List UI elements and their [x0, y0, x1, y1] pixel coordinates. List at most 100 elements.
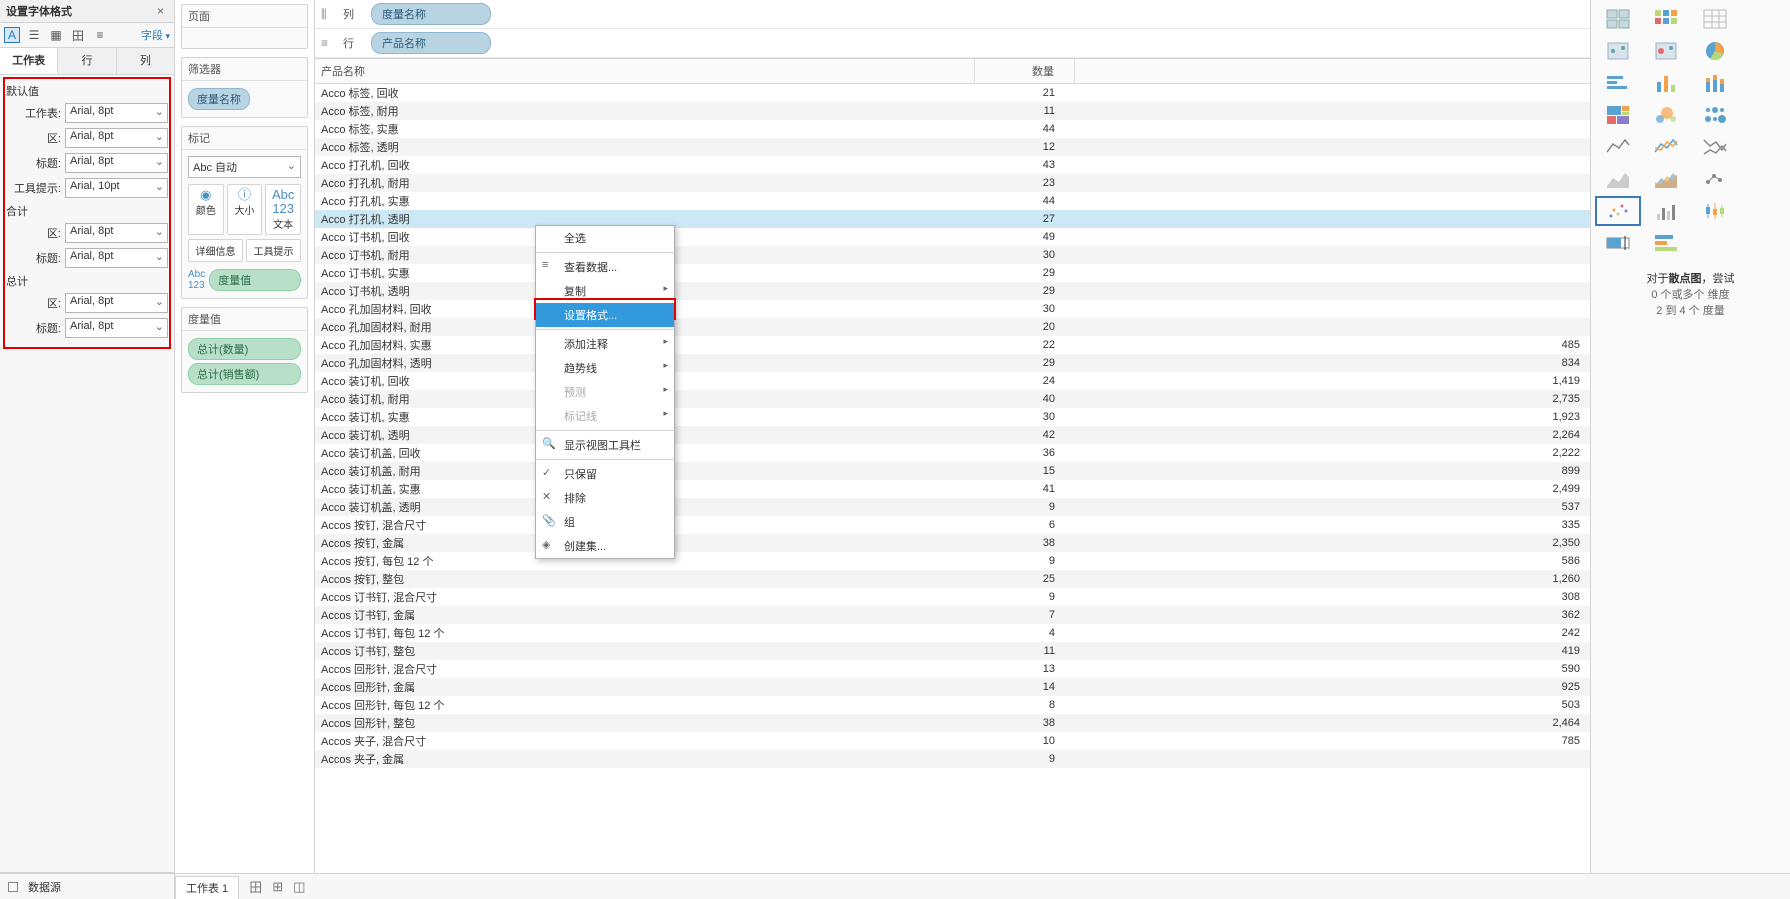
menu-item[interactable]: 添加注释▸	[536, 332, 674, 356]
chart-type-thumb[interactable]	[1740, 4, 1786, 34]
table-row[interactable]: Acco 孔加固材料, 耐用20	[315, 318, 1590, 336]
table-row[interactable]: Acco 订书机, 回收49	[315, 228, 1590, 246]
chart-type-thumb[interactable]	[1643, 100, 1689, 130]
chart-type-thumb[interactable]	[1643, 36, 1689, 66]
chart-type-thumb[interactable]	[1692, 100, 1738, 130]
font-icon[interactable]: A	[4, 27, 20, 43]
measure-values-pill[interactable]: 度量值	[209, 269, 301, 291]
table-row[interactable]: Acco 打孔机, 耐用23	[315, 174, 1590, 192]
chart-type-thumb[interactable]	[1692, 4, 1738, 34]
mark-type-select[interactable]: Abc 自动	[188, 156, 301, 178]
chart-type-thumb[interactable]	[1595, 4, 1641, 34]
shading-icon[interactable]: ▦	[48, 27, 64, 43]
new-worksheet-icon[interactable]: ⽥	[249, 877, 262, 896]
chart-type-thumb[interactable]	[1692, 228, 1738, 258]
worksheet-tab[interactable]: 工作表 1	[175, 876, 239, 899]
table-row[interactable]: Acco 装订机, 实惠301,923	[315, 408, 1590, 426]
font-select[interactable]: Arial, 8pt	[65, 318, 168, 338]
chart-type-thumb[interactable]	[1692, 68, 1738, 98]
table-row[interactable]: Acco 标签, 回收21	[315, 84, 1590, 102]
table-row[interactable]: Acco 标签, 实惠44	[315, 120, 1590, 138]
table-row[interactable]: Acco 装订机, 回收241,419	[315, 372, 1590, 390]
chart-type-thumb[interactable]	[1595, 132, 1641, 162]
menu-item[interactable]: ✓只保留	[536, 462, 674, 486]
th-product-name[interactable]: 产品名称	[315, 59, 975, 83]
tab-row[interactable]: 行	[58, 48, 116, 74]
menu-item[interactable]: 🔍显示视图工具栏	[536, 433, 674, 457]
table-row[interactable]: Acco 装订机盖, 回收362,222	[315, 444, 1590, 462]
mark-detail-button[interactable]: 详细信息	[188, 239, 243, 262]
table-row[interactable]: Acco 订书机, 透明29	[315, 282, 1590, 300]
table-row[interactable]: Accos 订书钉, 每包 12 个4242	[315, 624, 1590, 642]
filter-pill[interactable]: 度量名称	[188, 88, 250, 110]
pages-shelf[interactable]: 页面	[181, 4, 308, 49]
table-row[interactable]: Acco 标签, 耐用11	[315, 102, 1590, 120]
table-row[interactable]: Accos 按钉, 整包251,260	[315, 570, 1590, 588]
table-row[interactable]: Acco 孔加固材料, 回收30	[315, 300, 1590, 318]
font-select[interactable]: Arial, 8pt	[65, 293, 168, 313]
tab-column[interactable]: 列	[117, 48, 174, 74]
new-dashboard-icon[interactable]: ⊞	[272, 879, 283, 895]
mark-tooltip-button[interactable]: 工具提示	[246, 239, 301, 262]
chart-type-thumb[interactable]	[1692, 164, 1738, 194]
table-row[interactable]: Acco 标签, 透明12	[315, 138, 1590, 156]
chart-type-thumb[interactable]	[1692, 196, 1738, 226]
field-dropdown[interactable]: 字段	[141, 27, 170, 43]
chart-type-thumb[interactable]	[1643, 68, 1689, 98]
chart-type-thumb[interactable]	[1692, 36, 1738, 66]
rows-pill[interactable]: 产品名称	[371, 32, 491, 54]
table-row[interactable]: Acco 孔加固材料, 透明29834	[315, 354, 1590, 372]
columns-pill[interactable]: 度量名称	[371, 3, 491, 25]
table-row[interactable]: Accos 夹子, 混合尺寸10785	[315, 732, 1590, 750]
font-select[interactable]: Arial, 8pt	[65, 223, 168, 243]
chart-type-thumb[interactable]	[1643, 164, 1689, 194]
chart-type-thumb[interactable]	[1740, 228, 1786, 258]
chart-type-thumb[interactable]	[1595, 196, 1641, 226]
font-select[interactable]: Arial, 10pt	[65, 178, 168, 198]
table-row[interactable]: Accos 夹子, 金属9	[315, 750, 1590, 768]
table-row[interactable]: Acco 打孔机, 回收43	[315, 156, 1590, 174]
font-select[interactable]: Arial, 8pt	[65, 103, 168, 123]
mark-color-button[interactable]: ◉颜色	[188, 184, 224, 235]
table-row[interactable]: Accos 回形针, 整包382,464	[315, 714, 1590, 732]
table-row[interactable]: Acco 装订机盖, 实惠412,499	[315, 480, 1590, 498]
table-row[interactable]: Acco 装订机盖, 耐用15899	[315, 462, 1590, 480]
font-select[interactable]: Arial, 8pt	[65, 128, 168, 148]
table-row[interactable]: Acco 装订机盖, 透明9537	[315, 498, 1590, 516]
table-row[interactable]: Acco 打孔机, 实惠44	[315, 192, 1590, 210]
menu-item[interactable]: 趋势线▸	[536, 356, 674, 380]
alignment-icon[interactable]: ☰	[26, 27, 42, 43]
chart-type-thumb[interactable]	[1643, 4, 1689, 34]
table-row[interactable]: Acco 订书机, 耐用30	[315, 246, 1590, 264]
new-story-icon[interactable]: ◫	[293, 879, 305, 895]
chart-type-thumb[interactable]	[1740, 196, 1786, 226]
table-row[interactable]: Accos 回形针, 金属14925	[315, 678, 1590, 696]
chart-type-thumb[interactable]	[1595, 36, 1641, 66]
borders-icon[interactable]: 田	[70, 27, 86, 43]
chart-type-thumb[interactable]	[1740, 164, 1786, 194]
lines-icon[interactable]: ≡	[92, 27, 108, 43]
table-row[interactable]: Accos 回形针, 混合尺寸13590	[315, 660, 1590, 678]
mv-pill-qty[interactable]: 总计(数量)	[188, 338, 301, 360]
menu-item[interactable]: 全选	[536, 226, 674, 250]
chart-type-thumb[interactable]	[1595, 68, 1641, 98]
menu-item[interactable]: ◈创建集...	[536, 534, 674, 558]
chart-type-thumb[interactable]	[1740, 36, 1786, 66]
menu-item[interactable]: 📎组	[536, 510, 674, 534]
mark-text-button[interactable]: Abc123文本	[265, 184, 301, 235]
table-row[interactable]: Accos 订书钉, 整包11419	[315, 642, 1590, 660]
chart-type-thumb[interactable]	[1643, 196, 1689, 226]
th-quantity[interactable]: 数量	[975, 59, 1075, 83]
table-row[interactable]: Accos 按钉, 每包 12 个9586	[315, 552, 1590, 570]
font-select[interactable]: Arial, 8pt	[65, 153, 168, 173]
close-icon[interactable]: ×	[153, 4, 168, 18]
chart-type-thumb[interactable]	[1643, 132, 1689, 162]
rows-shelf[interactable]: ≡ 行 产品名称	[315, 29, 1590, 58]
mv-pill-sales[interactable]: 总计(销售额)	[188, 363, 301, 385]
chart-type-thumb[interactable]	[1595, 100, 1641, 130]
chart-type-thumb[interactable]	[1692, 132, 1738, 162]
chart-type-thumb[interactable]	[1740, 68, 1786, 98]
chart-type-thumb[interactable]	[1740, 100, 1786, 130]
table-row[interactable]: Accos 按钉, 混合尺寸6335	[315, 516, 1590, 534]
menu-item[interactable]: 设置格式...	[536, 303, 674, 327]
